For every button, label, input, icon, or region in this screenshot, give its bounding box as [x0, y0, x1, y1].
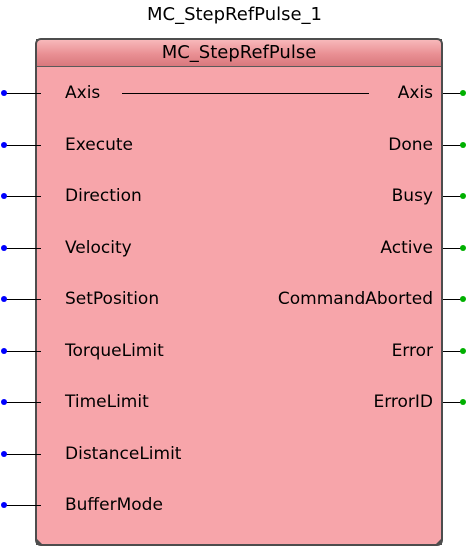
input-pin-label: DistanceLimit	[65, 444, 182, 464]
output-pin-label: Done	[388, 135, 433, 155]
output-pin-connector[interactable]	[460, 348, 466, 354]
output-pin-label: Axis	[397, 83, 433, 103]
input-pin-connector[interactable]	[1, 142, 7, 148]
input-pin-line	[4, 454, 41, 455]
input-pin-label: SetPosition	[65, 289, 160, 309]
input-pin-connector[interactable]	[1, 348, 7, 354]
input-pin-connector[interactable]	[1, 451, 7, 457]
input-pin-label: Velocity	[65, 238, 132, 258]
function-block[interactable]: MC_StepRefPulse Axis Execute Direction Velo…	[35, 38, 443, 546]
input-pin-line	[4, 196, 41, 197]
input-pin-label: Axis	[65, 83, 101, 103]
input-pin-line	[4, 248, 41, 249]
input-pin-line	[4, 402, 41, 403]
input-pin-connector[interactable]	[1, 296, 7, 302]
input-pin-line	[4, 351, 41, 352]
input-pin-line	[4, 145, 41, 146]
input-pin-connector[interactable]	[1, 502, 7, 508]
block-type-header: MC_StepRefPulse	[37, 40, 441, 67]
input-pin-label: Direction	[65, 186, 142, 206]
output-pin-label: ErrorID	[373, 392, 433, 412]
output-pin-connector[interactable]	[460, 90, 466, 96]
input-pin-connector[interactable]	[1, 399, 7, 405]
input-pin-label: TorqueLimit	[65, 341, 164, 361]
input-pin-connector[interactable]	[1, 90, 7, 96]
block-corner	[435, 538, 442, 545]
input-pin-label: BufferMode	[65, 495, 163, 515]
input-pin-connector[interactable]	[1, 245, 7, 251]
output-pin-connector[interactable]	[460, 296, 466, 302]
output-pin-label: Busy	[391, 186, 433, 206]
input-pin-connector[interactable]	[1, 193, 7, 199]
axis-through-line	[122, 93, 369, 94]
input-pin-line	[4, 93, 41, 94]
block-corner	[36, 538, 43, 545]
output-pin-connector[interactable]	[460, 245, 466, 251]
output-pin-connector[interactable]	[460, 142, 466, 148]
output-pin-connector[interactable]	[460, 193, 466, 199]
input-pin-label: Execute	[65, 135, 133, 155]
output-pin-label: Error	[391, 341, 433, 361]
input-pin-line	[4, 299, 41, 300]
input-pin-line	[4, 505, 41, 506]
input-pin-label: TimeLimit	[65, 392, 149, 412]
instance-name: MC_StepRefPulse_1	[146, 4, 323, 25]
output-pin-label: Active	[380, 238, 433, 258]
output-pin-connector[interactable]	[460, 399, 466, 405]
output-pin-label: CommandAborted	[277, 289, 433, 309]
